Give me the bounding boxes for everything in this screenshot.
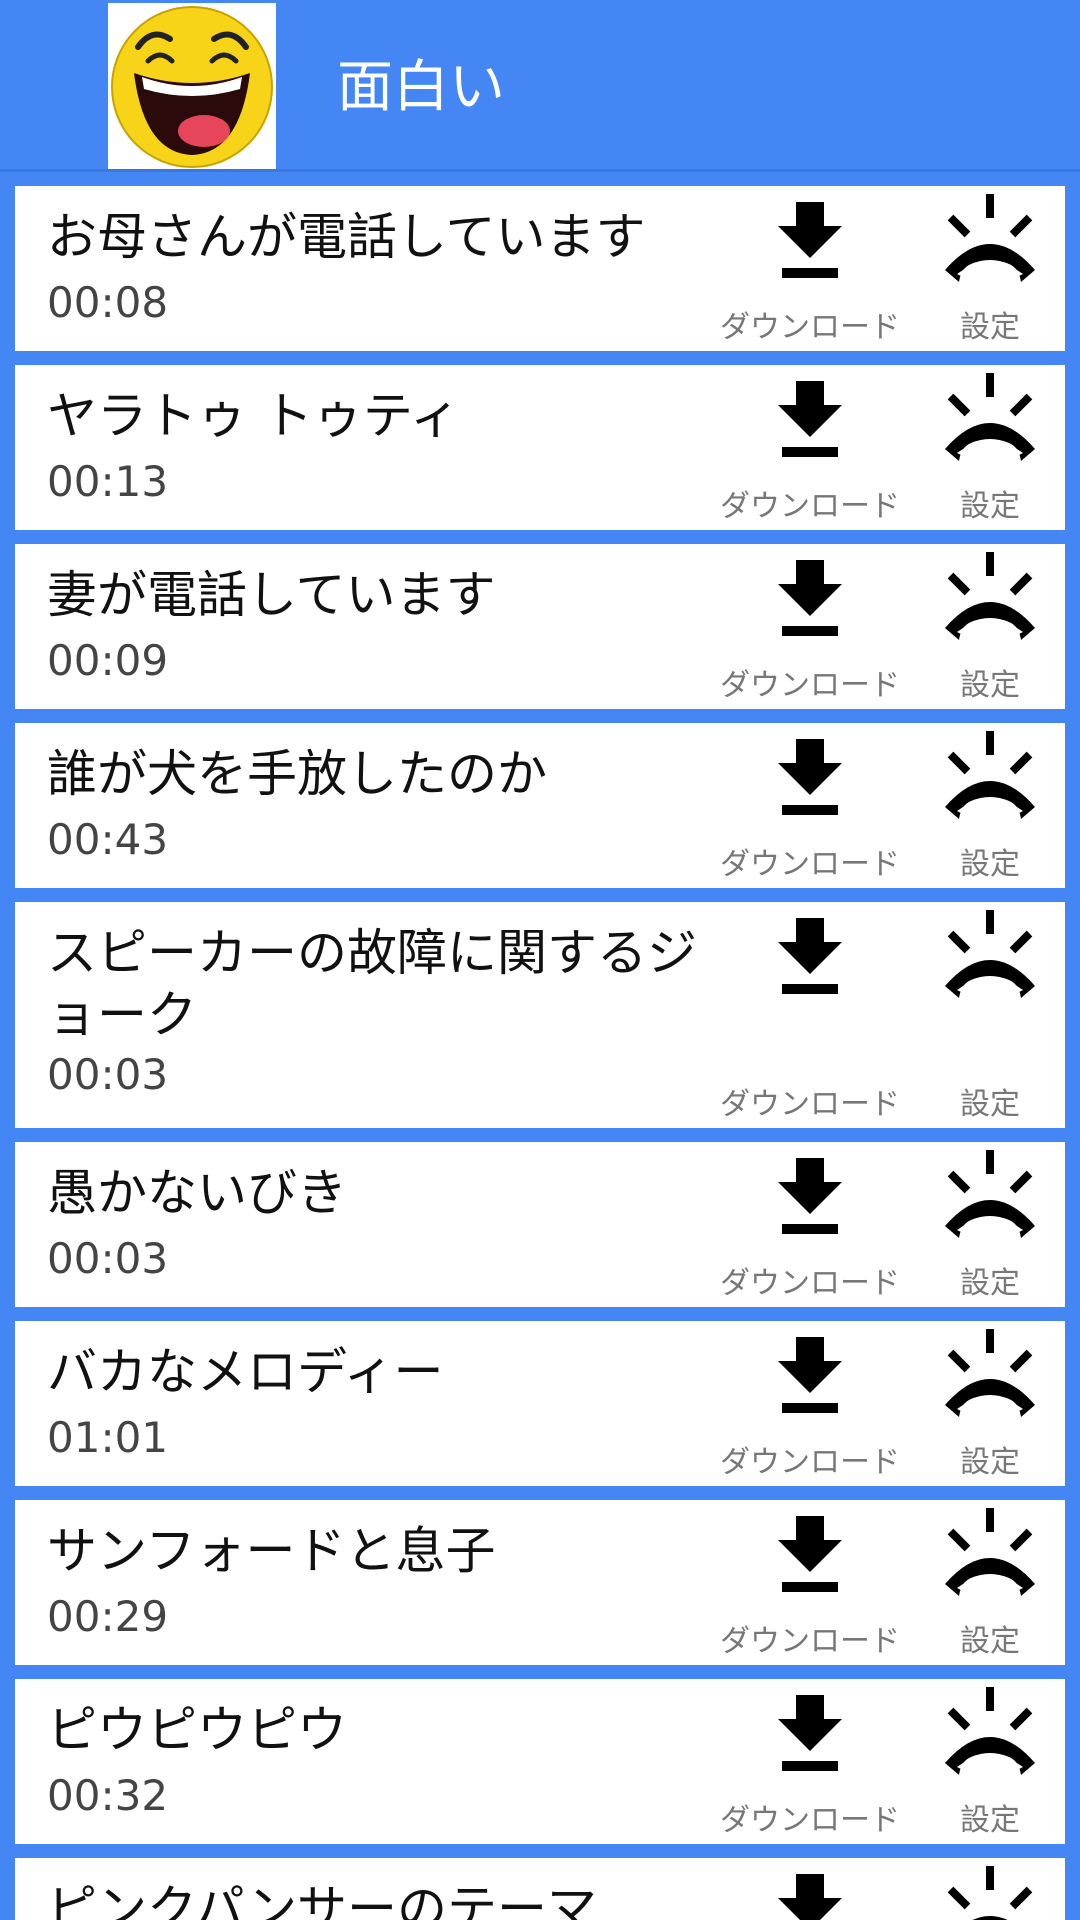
list-item[interactable]: ピウピウピウ 00:32 ダウンロード 設定 bbox=[15, 1679, 1065, 1844]
download-button[interactable]: ダウンロード bbox=[710, 1679, 910, 1844]
ringtone-duration: 00:03 bbox=[47, 1050, 169, 1099]
download-button[interactable]: ダウンロード bbox=[710, 902, 910, 1128]
download-label: ダウンロード bbox=[720, 489, 900, 524]
list-item[interactable]: ピンクパンサーのテーマ ダウンロード設定 bbox=[15, 1858, 1065, 1920]
download-button[interactable]: ダウンロード bbox=[710, 1858, 910, 1920]
ringtone-duration: 01:01 bbox=[47, 1413, 169, 1462]
ringtone-name: 誰が犬を手放したのか bbox=[47, 745, 547, 803]
set-ringtone-button[interactable]: 設定 bbox=[925, 723, 1055, 888]
ringtone-name: サンフォードと息子 bbox=[47, 1522, 496, 1580]
download-label: ダウンロード bbox=[720, 1087, 900, 1122]
list-item[interactable]: 愚かないびき 00:03 ダウンロード 設定 bbox=[15, 1142, 1065, 1307]
set-ringtone-button[interactable]: 設定 bbox=[925, 1321, 1055, 1486]
download-arrow-icon bbox=[774, 1874, 846, 1920]
download-button[interactable]: ダウンロード bbox=[710, 1142, 910, 1307]
ringing-phone-icon bbox=[935, 194, 1045, 284]
ringtone-duration: 00:13 bbox=[47, 457, 169, 506]
ringing-phone-icon bbox=[935, 1687, 1045, 1777]
list-item[interactable]: ヤラトゥ トゥティ 00:13 ダウンロード 設定 bbox=[15, 365, 1065, 530]
download-arrow-icon bbox=[774, 918, 846, 994]
ringtone-name: ピウピウピウ bbox=[47, 1701, 347, 1759]
download-button[interactable]: ダウンロード bbox=[710, 186, 910, 351]
set-ringtone-button[interactable]: 設定 bbox=[925, 1679, 1055, 1844]
download-arrow-icon bbox=[774, 381, 846, 457]
ringing-phone-icon bbox=[935, 552, 1045, 642]
page-title: 面白い bbox=[337, 55, 505, 120]
set-label: 設定 bbox=[960, 1803, 1020, 1838]
download-arrow-icon bbox=[774, 1516, 846, 1592]
download-button[interactable]: ダウンロード bbox=[710, 1500, 910, 1665]
list-item[interactable]: スピーカーの故障に関するジョーク 00:03 ダウンロード 設定 bbox=[15, 902, 1065, 1128]
ringtone-duration: 00:09 bbox=[47, 636, 169, 685]
download-arrow-icon bbox=[774, 560, 846, 636]
set-label: 設定 bbox=[960, 668, 1020, 703]
ringing-phone-icon bbox=[935, 1329, 1045, 1419]
download-arrow-icon bbox=[774, 1158, 846, 1234]
set-ringtone-button[interactable]: 設定 bbox=[925, 1142, 1055, 1307]
ringtone-duration: 00:08 bbox=[47, 278, 169, 327]
set-ringtone-button[interactable]: 設定 bbox=[925, 1500, 1055, 1665]
ringtone-duration: 00:43 bbox=[47, 815, 169, 864]
download-label: ダウンロード bbox=[720, 1266, 900, 1301]
download-label: ダウンロード bbox=[720, 668, 900, 703]
ringing-phone-icon bbox=[935, 373, 1045, 463]
download-label: ダウンロード bbox=[720, 847, 900, 882]
download-arrow-icon bbox=[774, 202, 846, 278]
download-button[interactable]: ダウンロード bbox=[710, 1321, 910, 1486]
ringtone-name: ピンクパンサーのテーマ bbox=[47, 1880, 597, 1920]
set-label: 設定 bbox=[960, 1087, 1020, 1122]
ringing-phone-icon bbox=[935, 1150, 1045, 1240]
ringing-phone-icon bbox=[935, 731, 1045, 821]
set-label: 設定 bbox=[960, 1266, 1020, 1301]
laughing-face-icon bbox=[108, 3, 276, 169]
download-button[interactable]: ダウンロード bbox=[710, 544, 910, 709]
download-label: ダウンロード bbox=[720, 1624, 900, 1659]
ringtone-name: 愚かないびき bbox=[47, 1164, 347, 1222]
ringtone-duration: 00:32 bbox=[47, 1771, 169, 1820]
download-label: ダウンロード bbox=[720, 1445, 900, 1480]
download-arrow-icon bbox=[774, 1695, 846, 1771]
set-label: 設定 bbox=[960, 847, 1020, 882]
ringtone-name: バカなメロディー bbox=[47, 1343, 444, 1401]
ringtone-duration: 00:03 bbox=[47, 1234, 169, 1283]
download-label: ダウンロード bbox=[720, 1803, 900, 1838]
list-item[interactable]: お母さんが電話しています 00:08 ダウンロード 設定 bbox=[15, 186, 1065, 351]
set-label: 設定 bbox=[960, 1624, 1020, 1659]
ringtone-name: 妻が電話しています bbox=[47, 566, 496, 624]
download-label: ダウンロード bbox=[720, 310, 900, 345]
ringing-phone-icon bbox=[935, 1508, 1045, 1598]
set-ringtone-button[interactable]: 設定 bbox=[925, 544, 1055, 709]
download-arrow-icon bbox=[774, 1337, 846, 1413]
ringing-phone-icon bbox=[935, 1866, 1045, 1920]
set-ringtone-button[interactable]: 設定 bbox=[925, 902, 1055, 1128]
set-label: 設定 bbox=[960, 310, 1020, 345]
download-arrow-icon bbox=[774, 739, 846, 815]
ringtone-name: お母さんが電話しています bbox=[47, 208, 646, 266]
list-item[interactable]: サンフォードと息子 00:29 ダウンロード 設定 bbox=[15, 1500, 1065, 1665]
ringing-phone-icon bbox=[935, 910, 1045, 1000]
set-ringtone-button[interactable]: 設定 bbox=[925, 365, 1055, 530]
list-item[interactable]: 妻が電話しています 00:09 ダウンロード 設定 bbox=[15, 544, 1065, 709]
app-header: 面白い bbox=[0, 0, 1080, 172]
set-label: 設定 bbox=[960, 1445, 1020, 1480]
ringtone-name: スピーカーの故障に関するジョーク bbox=[47, 924, 697, 1044]
set-ringtone-button[interactable]: 設定 bbox=[925, 1858, 1055, 1920]
list-item[interactable]: 誰が犬を手放したのか 00:43 ダウンロード 設定 bbox=[15, 723, 1065, 888]
download-button[interactable]: ダウンロード bbox=[710, 365, 910, 530]
set-ringtone-button[interactable]: 設定 bbox=[925, 186, 1055, 351]
download-button[interactable]: ダウンロード bbox=[710, 723, 910, 888]
ringtone-name: ヤラトゥ トゥティ bbox=[47, 387, 460, 445]
list-item[interactable]: バカなメロディー 01:01 ダウンロード 設定 bbox=[15, 1321, 1065, 1486]
set-label: 設定 bbox=[960, 489, 1020, 524]
ringtone-duration: 00:29 bbox=[47, 1592, 169, 1641]
ringtone-list: お母さんが電話しています 00:08 ダウンロード 設定 ヤラトゥ トゥティ 00:13 ダ… bbox=[15, 186, 1065, 1920]
